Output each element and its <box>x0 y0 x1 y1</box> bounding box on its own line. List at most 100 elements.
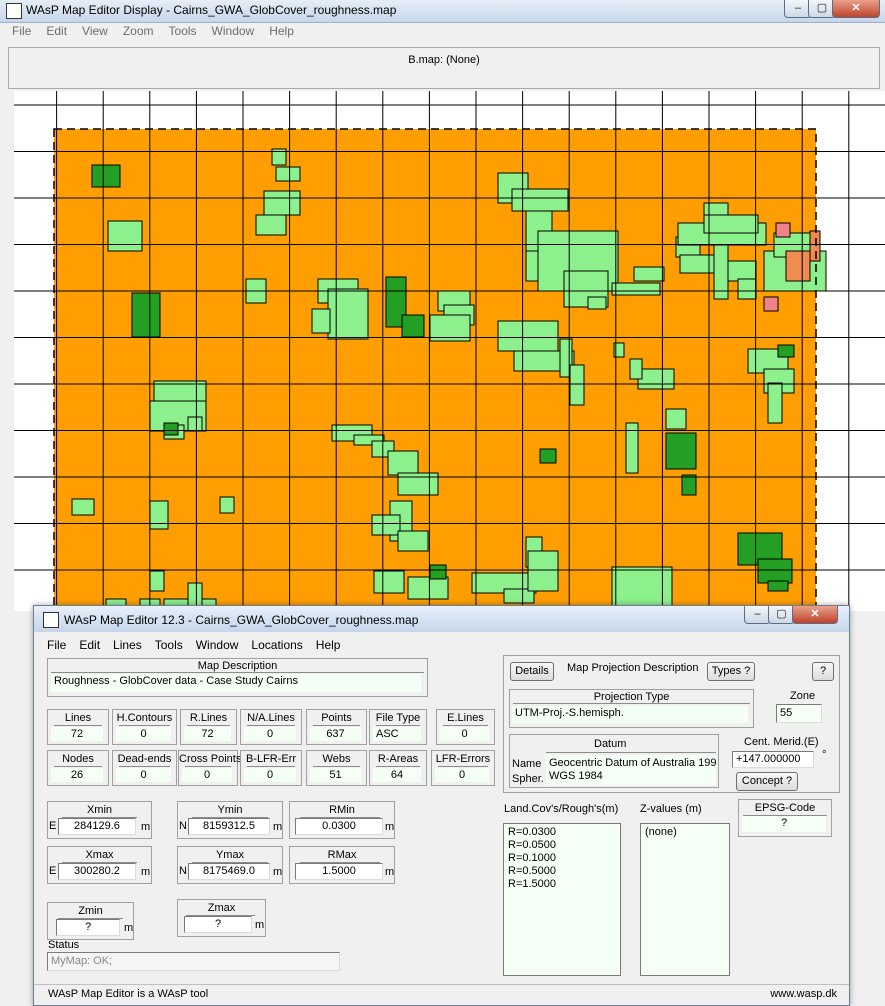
menu-window[interactable]: Window <box>212 24 255 38</box>
menu-lines[interactable]: Lines <box>113 638 142 652</box>
stat-value[interactable]: 637 <box>310 727 361 741</box>
menu-file[interactable]: File <box>47 638 66 652</box>
grassland-patch <box>275 166 301 182</box>
stat-value[interactable]: 0 <box>116 768 171 782</box>
stat-value[interactable]: 0 <box>182 768 232 782</box>
status-field: MyMap: OK; <box>47 952 340 971</box>
zmin-field[interactable]: ? <box>56 919 120 936</box>
close-button[interactable]: ✕ <box>792 606 838 624</box>
menu-help[interactable]: Help <box>316 638 341 652</box>
stat-label: Cross Points <box>179 753 242 765</box>
details-button[interactable]: Details <box>510 662 554 681</box>
stat-value[interactable]: 0 <box>244 727 296 741</box>
forest-patch <box>757 558 793 584</box>
zone-field[interactable]: 55 <box>776 704 822 723</box>
maximize-button[interactable]: ▢ <box>768 606 795 624</box>
stat-e-lines-group: E.Lines 0 <box>436 709 495 745</box>
datum-field[interactable]: Geocentric Datum of Australia 199 WGS 19… <box>546 755 716 785</box>
stat-value[interactable]: 0 <box>435 768 489 782</box>
datum-spheroid-label: Spher. <box>512 773 544 785</box>
ymin-label: Ymin <box>217 804 243 816</box>
grassland-patch <box>569 364 585 406</box>
concept-button[interactable]: Concept ? <box>736 772 798 791</box>
stat-value[interactable]: 0 <box>440 727 489 741</box>
landcover-label: Land.Cov's/Rough's(m) <box>504 803 619 815</box>
rmax-group: RMax 1.5000 m <box>289 846 395 884</box>
stat-b-lfr-err-group: B-LFR-Err 0 <box>240 750 302 786</box>
menu-file[interactable]: File <box>12 24 31 38</box>
status-label: Status <box>48 939 80 951</box>
map-description-field[interactable]: Roughness - GlobCover data - Case Study … <box>51 674 421 692</box>
rmin-field[interactable]: 0.0300 <box>295 818 383 835</box>
xmin-field[interactable]: 284129.6 <box>58 818 136 835</box>
stat-value[interactable]: 64 <box>373 768 421 782</box>
salmon-patch <box>785 250 811 282</box>
stat-label: Webs <box>322 753 351 765</box>
types-button[interactable]: Types ? <box>707 662 755 681</box>
xmax-field[interactable]: 300280.2 <box>58 863 136 880</box>
stat-label: Points <box>321 712 352 724</box>
grassland-patch <box>527 550 559 592</box>
epsg-field[interactable]: ? <box>742 816 826 832</box>
salmon-patch <box>809 230 821 262</box>
list-item[interactable]: R=0.1000 <box>508 852 616 865</box>
landcover-list[interactable]: R=0.0300 R=0.0500 R=0.1000 R=0.5000 R=1.… <box>503 823 621 976</box>
list-item[interactable]: R=0.0500 <box>508 839 616 852</box>
stat-h-contours-group: H.Contours 0 <box>112 709 177 745</box>
stat-value[interactable]: 72 <box>51 727 103 741</box>
grassland-patch <box>611 282 661 296</box>
central-meridian-field[interactable]: +147.000000 <box>732 751 814 768</box>
epsg-label: EPSG-Code <box>754 802 816 814</box>
close-button[interactable]: ✕ <box>832 0 880 18</box>
map-canvas[interactable] <box>9 91 885 640</box>
projection-type-field[interactable]: UTM-Proj.-S.hemisph. <box>512 706 748 723</box>
stat-value[interactable]: 0 <box>116 727 171 741</box>
stat-label: R-Areas <box>377 753 419 765</box>
xmax-label: Xmax <box>85 849 114 861</box>
projection-type-label: Projection Type <box>593 691 670 703</box>
menu-tools[interactable]: Tools <box>169 24 197 38</box>
stat-value[interactable]: 72 <box>184 727 231 741</box>
list-item[interactable]: R=1.5000 <box>508 878 616 891</box>
stat-value[interactable]: 51 <box>310 768 361 782</box>
minimize-button[interactable]: ‒ <box>744 606 771 624</box>
stat-label: E.Lines <box>447 712 484 724</box>
ymax-unit: m <box>273 866 283 878</box>
projection-type-group: Projection Type UTM-Proj.-S.hemisph. <box>509 689 754 728</box>
app-icon <box>6 3 22 19</box>
grassland-patch <box>629 358 643 380</box>
menu-locations[interactable]: Locations <box>251 638 302 652</box>
zmax-field[interactable]: ? <box>184 916 252 933</box>
grassland-patch <box>371 514 401 536</box>
zvalues-list[interactable]: (none) <box>640 823 730 976</box>
stat-value[interactable]: ASC <box>373 727 421 741</box>
help-button[interactable]: ? <box>812 662 834 681</box>
list-item[interactable]: R=0.5000 <box>508 865 616 878</box>
grassland-patch <box>637 368 675 390</box>
rmax-field[interactable]: 1.5000 <box>295 863 383 880</box>
back-window-titlebar[interactable]: WAsP Map Editor Display - Cairns_GWA_Glo… <box>0 0 885 23</box>
menu-window[interactable]: Window <box>196 638 239 652</box>
back-window-title: WAsP Map Editor Display - Cairns_GWA_Glo… <box>26 3 397 17</box>
grassland-patch <box>255 214 287 236</box>
menu-edit[interactable]: Edit <box>79 638 100 652</box>
stat-value[interactable]: 0 <box>244 768 296 782</box>
map-description-group: Map Description Roughness - GlobCover da… <box>47 658 428 697</box>
menu-view[interactable]: View <box>82 24 108 38</box>
ymin-field[interactable]: 8159312.5 <box>188 818 270 835</box>
rmin-label: RMin <box>329 804 355 816</box>
list-item[interactable]: (none) <box>645 826 725 839</box>
menu-zoom[interactable]: Zoom <box>123 24 154 38</box>
roughness-map[interactable] <box>9 91 885 640</box>
menu-tools[interactable]: Tools <box>155 638 183 652</box>
stat-value[interactable]: 26 <box>51 768 103 782</box>
menu-help[interactable]: Help <box>269 24 294 38</box>
grassland-patch <box>149 570 165 592</box>
stat-label: B-LFR-Err <box>245 753 297 765</box>
editor-titlebar[interactable]: WAsP Map Editor 12.3 - Cairns_GWA_GlobCo… <box>34 606 849 632</box>
list-item[interactable]: R=0.0300 <box>508 826 616 839</box>
footer-url[interactable]: www.wasp.dk <box>770 988 837 1000</box>
stat-n-a-lines-group: N/A.Lines 0 <box>240 709 302 745</box>
menu-edit[interactable]: Edit <box>46 24 67 38</box>
ymax-field[interactable]: 8175469.0 <box>188 863 270 880</box>
